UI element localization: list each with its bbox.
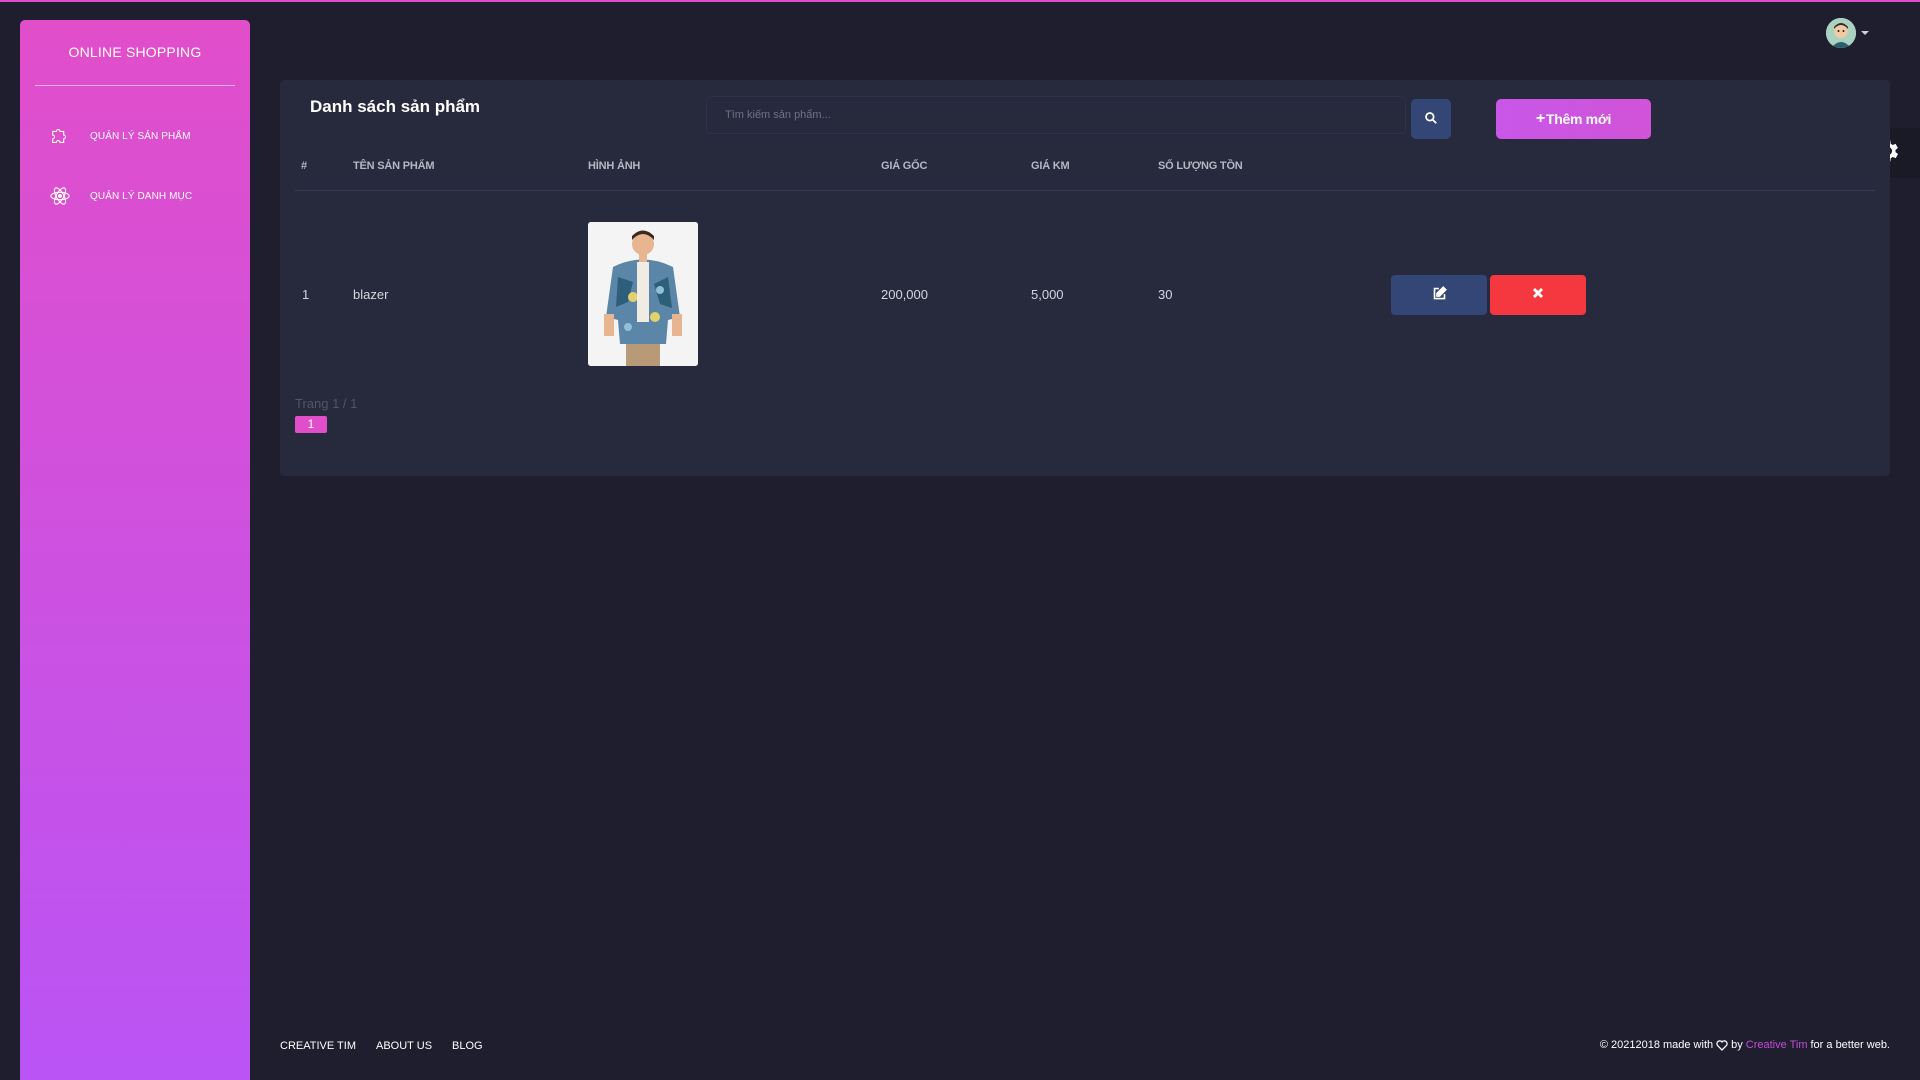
- product-stock: 30: [1158, 287, 1173, 302]
- sidebar: ONLINE SHOPPING QUẢN LÝ SẢN PHẨM QUẢN LÝ…: [20, 20, 250, 1080]
- delete-button[interactable]: [1490, 275, 1586, 315]
- edit-icon: [1432, 286, 1447, 304]
- pagination-info: Trang 1 / 1: [295, 396, 358, 411]
- column-header-name: TÊN SẢN PHẨM: [353, 160, 435, 172]
- sidebar-nav: QUẢN LÝ SẢN PHẨM QUẢN LÝ DANH MỤC: [20, 106, 250, 226]
- sidebar-divider: [35, 85, 235, 86]
- table-header: # TÊN SẢN PHẨM HÌNH ẢNH GIÁ GỐC GIÁ KM S…: [295, 160, 1875, 191]
- pagination-page-1[interactable]: 1: [295, 416, 327, 433]
- footer-links: CREATIVE TIM ABOUT US BLOG: [280, 1040, 503, 1052]
- plus-icon: +: [1535, 110, 1545, 127]
- column-header-stock: SỐ LƯỢNG TỒN: [1158, 160, 1243, 172]
- search-icon: [1424, 111, 1438, 128]
- user-avatar[interactable]: [1826, 18, 1856, 48]
- copyright: © 20212018 made with by Creative Tim for…: [1600, 1039, 1890, 1051]
- copyright-by: by: [1731, 1039, 1743, 1051]
- column-header-price: GIÁ GỐC: [881, 160, 928, 172]
- footer-link-about-us[interactable]: ABOUT US: [376, 1040, 432, 1052]
- user-menu[interactable]: [1826, 18, 1869, 48]
- atom-icon: [48, 184, 72, 208]
- copyright-prefix: © 20212018 made with: [1599, 1039, 1714, 1051]
- heart-icon: [1716, 1039, 1728, 1051]
- table-row: 1 blazer 200,000 5,000 30: [295, 222, 1875, 367]
- page-title: Danh sách sản phẩm: [310, 97, 481, 116]
- row-index: 1: [302, 287, 310, 302]
- product-image: [588, 222, 698, 366]
- footer-link-blog[interactable]: BLOG: [452, 1040, 483, 1052]
- sidebar-item-label: QUẢN LÝ SẢN PHẨM: [90, 130, 191, 142]
- brand-title[interactable]: ONLINE SHOPPING: [20, 20, 250, 85]
- product-list-card: Danh sách sản phẩm + Thêm mới # TÊN SẢN …: [280, 80, 1890, 476]
- search-input[interactable]: [706, 96, 1406, 134]
- top-accent-line: [0, 0, 1920, 2]
- close-icon: [1532, 286, 1544, 304]
- add-new-button[interactable]: + Thêm mới: [1496, 99, 1651, 139]
- sidebar-item-label: QUẢN LÝ DANH MỤC: [90, 190, 193, 202]
- sidebar-item-products[interactable]: QUẢN LÝ SẢN PHẨM: [20, 106, 250, 166]
- sidebar-item-categories[interactable]: QUẢN LÝ DANH MỤC: [20, 166, 250, 226]
- column-header-index: #: [301, 160, 307, 172]
- puzzle-icon: [48, 124, 72, 148]
- creative-tim-link[interactable]: Creative Tim: [1746, 1039, 1808, 1051]
- product-name: blazer: [353, 287, 389, 302]
- product-price: 200,000: [881, 287, 928, 302]
- chevron-down-icon: [1861, 31, 1869, 35]
- copyright-suffix: for a better web.: [1810, 1039, 1891, 1051]
- product-sale-price: 5,000: [1031, 287, 1064, 302]
- column-header-image: HÌNH ẢNH: [588, 160, 641, 172]
- add-new-label: Thêm mới: [1545, 111, 1612, 127]
- edit-button[interactable]: [1391, 275, 1487, 315]
- column-header-sale-price: GIÁ KM: [1031, 160, 1070, 172]
- footer-link-creative-tim[interactable]: CREATIVE TIM: [280, 1040, 356, 1052]
- search-button[interactable]: [1411, 99, 1451, 139]
